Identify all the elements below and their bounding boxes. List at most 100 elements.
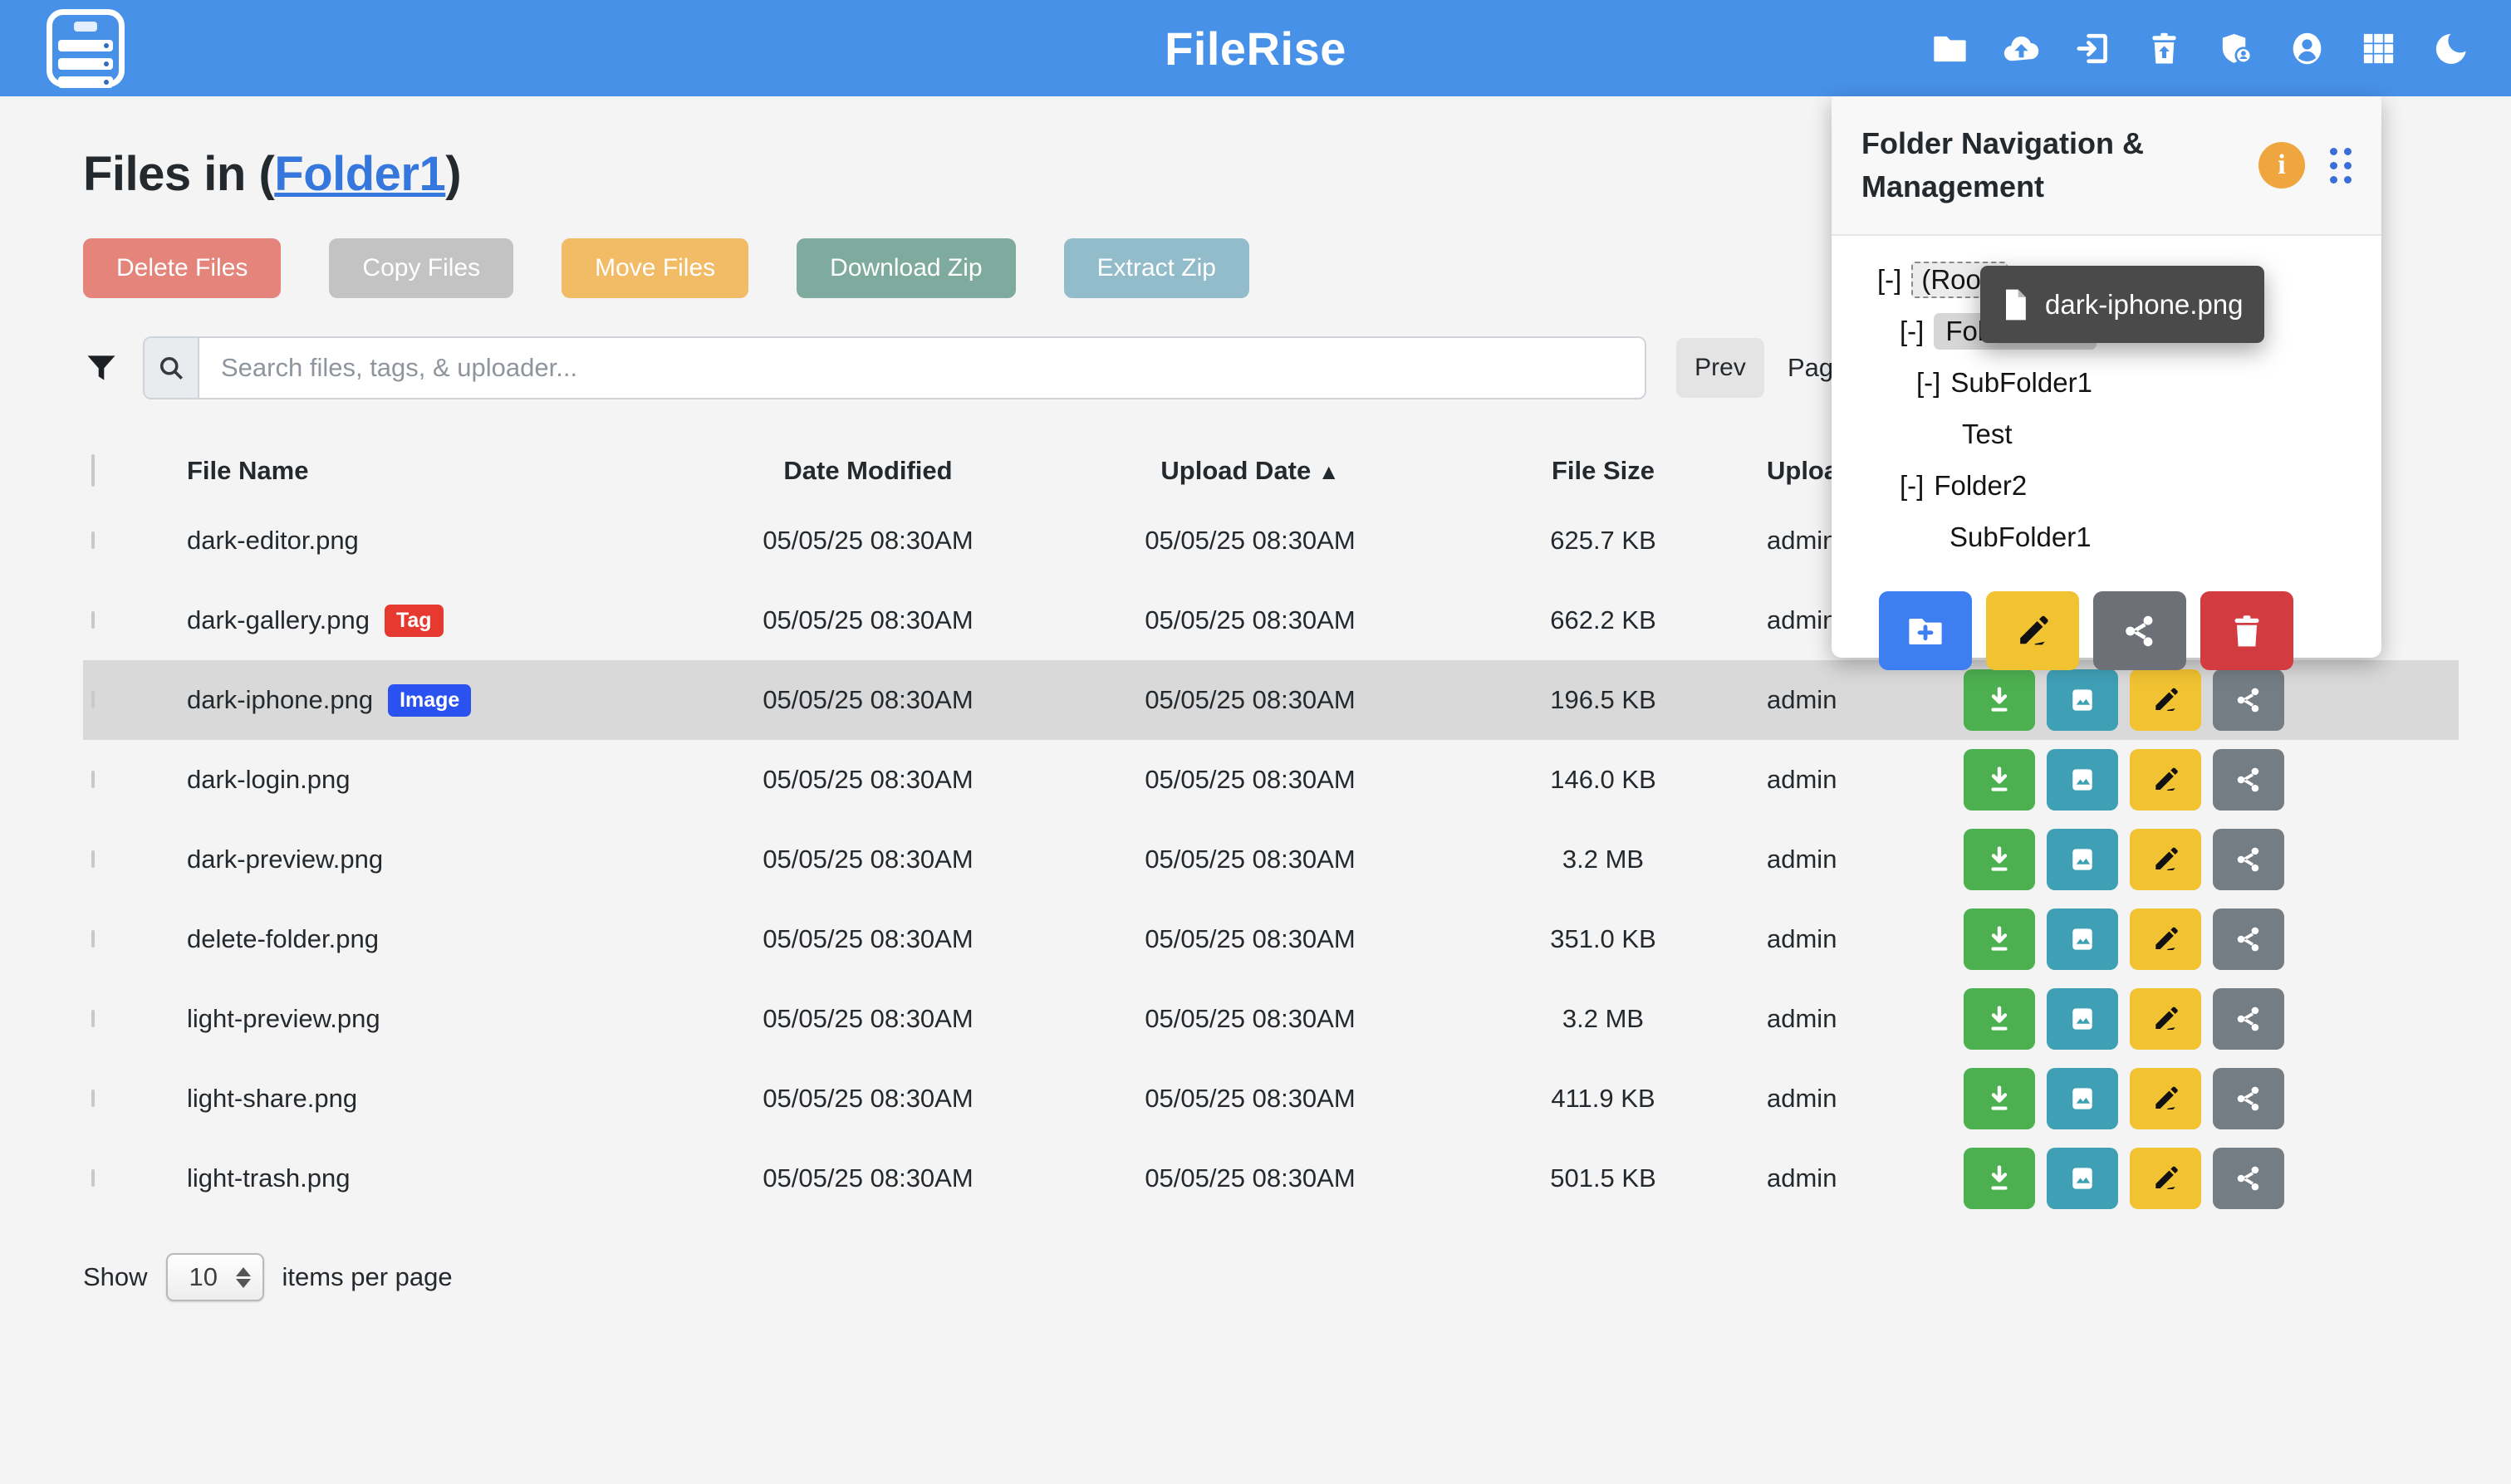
file-name: dark-preview.png	[187, 845, 383, 874]
row-checkbox[interactable]	[91, 1090, 95, 1107]
search-input[interactable]	[199, 338, 1645, 398]
panel-header: Folder Navigation & Management i	[1832, 96, 2381, 236]
share-file-button[interactable]	[2213, 829, 2284, 890]
table-row[interactable]: light-share.png05/05/25 08:30AM05/05/25 …	[83, 1059, 2459, 1139]
select-all-checkbox[interactable]	[91, 454, 95, 487]
download-file-button[interactable]	[1964, 909, 2035, 970]
prev-page-button[interactable]: Prev	[1676, 338, 1764, 398]
edit-file-button[interactable]	[2130, 909, 2201, 970]
col-upload-date[interactable]: Upload Date ▲	[1001, 456, 1499, 486]
download-file-button[interactable]	[1964, 1068, 2035, 1129]
collapse-toggle[interactable]: [-]	[1900, 316, 1924, 347]
items-per-page-suffix: items per page	[282, 1262, 453, 1292]
image-file-button[interactable]	[2047, 829, 2118, 890]
trash-restore-icon[interactable]	[2145, 29, 2184, 68]
row-checkbox[interactable]	[91, 850, 95, 868]
user-circle-icon[interactable]	[2288, 29, 2327, 68]
items-per-page-select[interactable]: 10	[166, 1253, 264, 1301]
moon-icon[interactable]	[2430, 29, 2469, 68]
download-file-button[interactable]	[1964, 988, 2035, 1050]
sign-in-icon[interactable]	[2073, 29, 2112, 68]
image-file-button[interactable]	[2047, 669, 2118, 731]
date-modified: 05/05/25 08:30AM	[735, 845, 1001, 874]
file-name: dark-login.png	[187, 765, 350, 795]
image-file-button[interactable]	[2047, 1148, 2118, 1209]
edit-file-button[interactable]	[2130, 1068, 2201, 1129]
cloud-upload-icon[interactable]	[2002, 29, 2041, 68]
copy-files-button[interactable]: Copy Files	[329, 238, 513, 298]
table-row[interactable]: dark-iphone.pngImage05/05/25 08:30AM05/0…	[83, 660, 2459, 740]
tree-item-subfolder1[interactable]: SubFolder1	[1832, 512, 2381, 563]
collapse-toggle[interactable]: [-]	[1916, 367, 1940, 399]
collapse-toggle[interactable]: [-]	[1877, 264, 1901, 296]
row-checkbox[interactable]	[91, 611, 95, 629]
share-file-button[interactable]	[2213, 909, 2284, 970]
delete-files-button[interactable]: Delete Files	[83, 238, 281, 298]
header-icon-group	[1930, 0, 2469, 96]
download-file-button[interactable]	[1964, 829, 2035, 890]
image-file-button[interactable]	[2047, 1068, 2118, 1129]
table-row[interactable]: dark-login.png05/05/25 08:30AM05/05/25 0…	[83, 740, 2459, 820]
download-file-button[interactable]	[1964, 749, 2035, 811]
filter-icon[interactable]	[83, 350, 120, 386]
edit-file-button[interactable]	[2130, 669, 2201, 731]
delete-folder-button[interactable]	[2200, 591, 2293, 670]
image-file-button[interactable]	[2047, 749, 2118, 811]
file-name: light-preview.png	[187, 1004, 380, 1034]
file-size: 3.2 MB	[1499, 1004, 1707, 1034]
download-file-button[interactable]	[1964, 669, 2035, 731]
date-modified: 05/05/25 08:30AM	[735, 1163, 1001, 1193]
edit-file-button[interactable]	[2130, 1148, 2201, 1209]
tree-item-folder2[interactable]: [-]Folder2	[1832, 460, 2381, 512]
table-row[interactable]: dark-preview.png05/05/25 08:30AM05/05/25…	[83, 820, 2459, 899]
upload-date: 05/05/25 08:30AM	[1001, 1163, 1499, 1193]
col-file-size[interactable]: File Size	[1499, 456, 1707, 486]
table-row[interactable]: delete-folder.png05/05/25 08:30AM05/05/2…	[83, 899, 2459, 979]
move-files-button[interactable]: Move Files	[562, 238, 748, 298]
row-checkbox[interactable]	[91, 1010, 95, 1027]
edit-file-button[interactable]	[2130, 749, 2201, 811]
download-file-button[interactable]	[1964, 1148, 2035, 1209]
col-file-name[interactable]: File Name	[187, 456, 735, 486]
date-modified: 05/05/25 08:30AM	[735, 765, 1001, 795]
share-file-button[interactable]	[2213, 1148, 2284, 1209]
uploader: admin	[1707, 685, 1915, 715]
col-date-modified[interactable]: Date Modified	[735, 456, 1001, 486]
share-file-button[interactable]	[2213, 1068, 2284, 1129]
extract-zip-button[interactable]: Extract Zip	[1064, 238, 1249, 298]
file-size: 196.5 KB	[1499, 685, 1707, 715]
tree-item-test[interactable]: Test	[1832, 409, 2381, 460]
info-icon[interactable]: i	[2258, 142, 2305, 189]
folder-breadcrumb-link[interactable]: Folder1	[274, 147, 445, 201]
folder-icon[interactable]	[1930, 29, 1969, 68]
row-checkbox[interactable]	[91, 531, 95, 549]
table-row[interactable]: light-preview.png05/05/25 08:30AM05/05/2…	[83, 979, 2459, 1059]
row-checkbox[interactable]	[91, 771, 95, 788]
table-row[interactable]: light-trash.png05/05/25 08:30AM05/05/25 …	[83, 1139, 2459, 1218]
create-folder-button[interactable]	[1879, 591, 1972, 670]
share-file-button[interactable]	[2213, 749, 2284, 811]
share-file-button[interactable]	[2213, 669, 2284, 731]
file-size: 411.9 KB	[1499, 1084, 1707, 1114]
folder-navigation-panel: Folder Navigation & Management i [-](Roo…	[1832, 96, 2381, 658]
grid-icon[interactable]	[2359, 29, 2398, 68]
image-file-button[interactable]	[2047, 909, 2118, 970]
file-name: light-share.png	[187, 1084, 357, 1114]
filerise-logo-icon[interactable]	[47, 9, 125, 87]
row-checkbox[interactable]	[91, 691, 95, 708]
user-shield-icon[interactable]	[2216, 29, 2255, 68]
tree-item-subfolder1[interactable]: [-]SubFolder1	[1832, 357, 2381, 409]
row-checkbox[interactable]	[91, 930, 95, 948]
uploader: admin	[1707, 845, 1915, 874]
drag-handle-icon[interactable]	[2330, 148, 2352, 184]
rename-folder-button[interactable]	[1986, 591, 2079, 670]
edit-file-button[interactable]	[2130, 988, 2201, 1050]
row-checkbox[interactable]	[91, 1169, 95, 1187]
download-zip-button[interactable]: Download Zip	[797, 238, 1015, 298]
image-file-button[interactable]	[2047, 988, 2118, 1050]
share-folder-button[interactable]	[2093, 591, 2186, 670]
collapse-toggle[interactable]: [-]	[1900, 470, 1924, 502]
share-file-button[interactable]	[2213, 988, 2284, 1050]
sort-ascending-icon: ▲	[1318, 459, 1340, 484]
edit-file-button[interactable]	[2130, 829, 2201, 890]
